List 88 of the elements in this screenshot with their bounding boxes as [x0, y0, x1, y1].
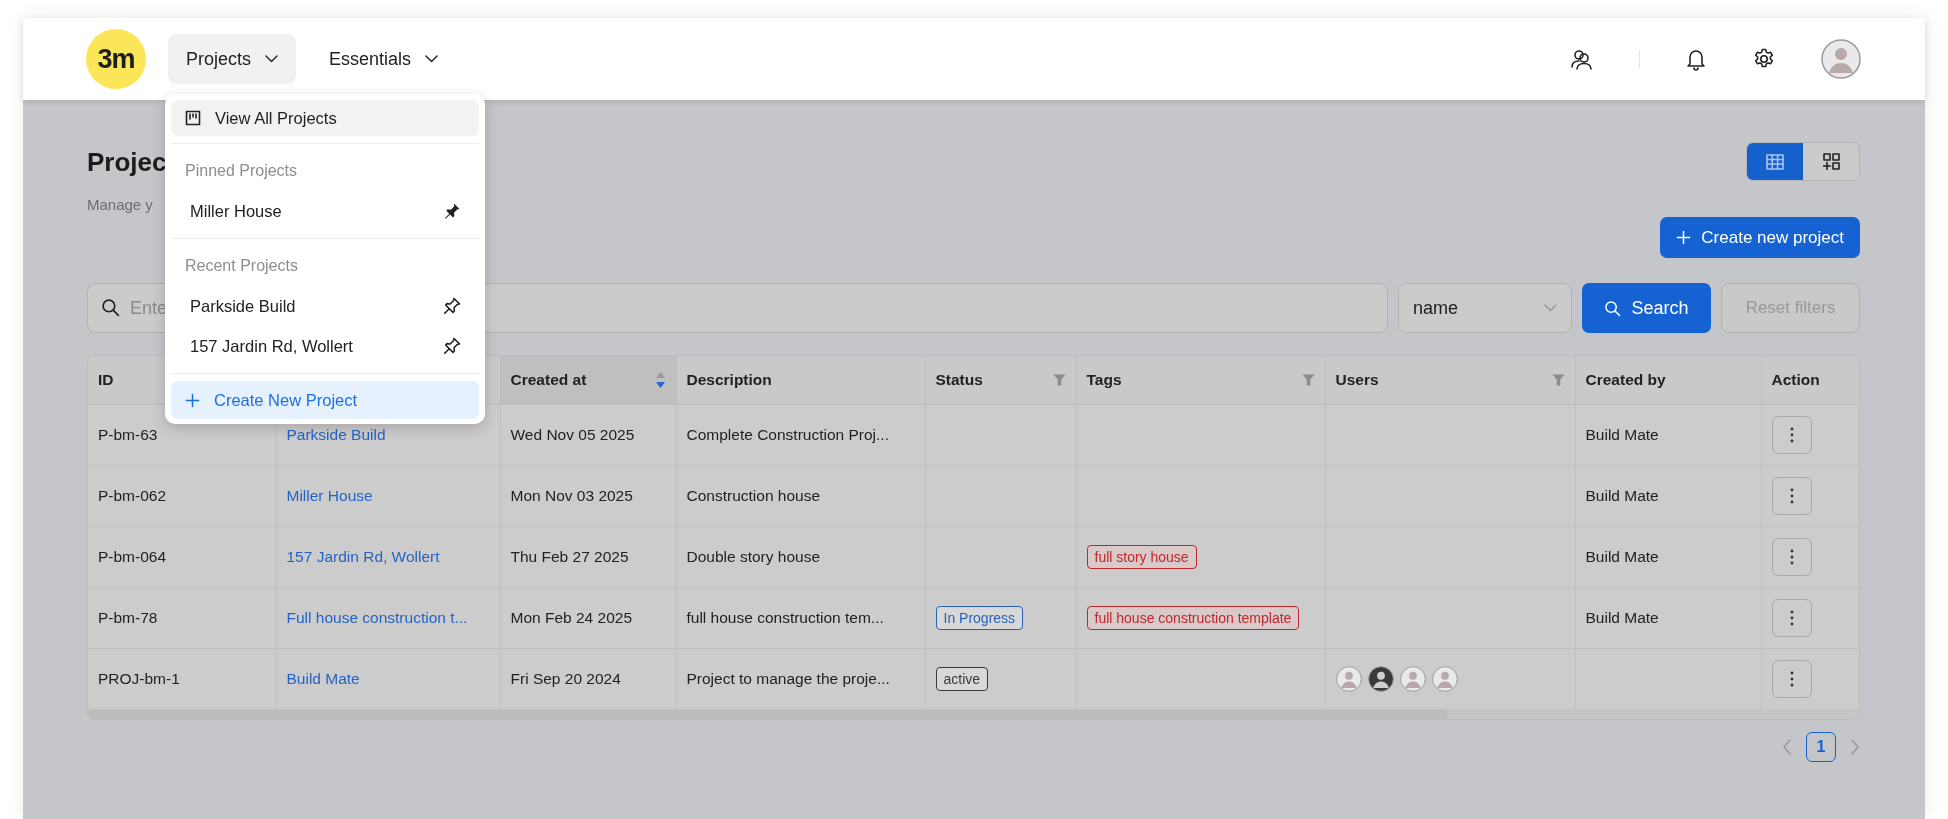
pin-icon[interactable]	[443, 337, 461, 355]
table-cell: Wed Nov 05 2025	[510, 426, 635, 443]
project-link[interactable]: Parkside Build	[286, 426, 386, 443]
more-icon	[1789, 488, 1794, 504]
more-icon	[1789, 671, 1794, 687]
plus-icon	[185, 392, 200, 408]
table-cell: Construction house	[686, 487, 821, 504]
nav-menu-button[interactable]: Projects	[168, 34, 297, 84]
filter-icon[interactable]	[1551, 374, 1565, 386]
more-button[interactable]	[1771, 599, 1812, 637]
more-button[interactable]	[1771, 477, 1812, 515]
nav-menu-button[interactable]: Essentials	[311, 34, 457, 84]
status-badge: In Progress	[935, 606, 1024, 630]
users-icon[interactable]	[1570, 47, 1594, 71]
view-toggle-button[interactable]	[1803, 143, 1859, 180]
user-avatar	[1335, 666, 1362, 692]
bell-icon[interactable]	[1685, 47, 1707, 71]
grid-icon	[1822, 153, 1840, 170]
more-icon	[1789, 427, 1794, 443]
logo: 3m	[86, 29, 146, 89]
table-cell: PROJ-bm-1	[98, 670, 180, 687]
menu-section-title: Pinned Projects	[184, 161, 299, 181]
tag-badge: full story house	[1086, 545, 1197, 569]
board-icon	[185, 110, 201, 126]
table-cell: P-bm-062	[98, 487, 167, 504]
status-badge: active	[935, 667, 989, 691]
filter-icon[interactable]	[1301, 374, 1315, 386]
table-cell: Build Mate	[1585, 609, 1659, 626]
menu-item[interactable]: Create New Project	[171, 381, 479, 419]
project-link[interactable]: Full house construction t...	[286, 609, 468, 626]
user-avatar	[1399, 666, 1426, 692]
page-button[interactable]: 1	[1806, 732, 1836, 762]
search-button[interactable]: Search	[1582, 283, 1711, 333]
search-icon	[101, 298, 120, 317]
more-icon	[1789, 549, 1794, 565]
table-cell: P-bm-63	[98, 426, 158, 443]
column-header: Created at	[500, 356, 676, 405]
menu-item[interactable]: View All Projects	[171, 100, 479, 136]
chevron-down-icon	[1544, 304, 1557, 312]
table-cell: Build Mate	[1585, 487, 1659, 504]
create-project-button[interactable]: Create new project	[1660, 217, 1860, 258]
user-avatar	[1367, 666, 1394, 692]
column-header: Users	[1325, 356, 1575, 405]
table-cell: Thu Feb 27 2025	[510, 548, 629, 565]
pin-icon[interactable]	[443, 297, 461, 315]
more-button[interactable]	[1771, 416, 1812, 454]
chevron-right-icon[interactable]	[1850, 739, 1860, 755]
chevron-left-icon[interactable]	[1782, 739, 1792, 755]
column-header: Action	[1761, 356, 1859, 405]
table-cell: Fri Sep 20 2024	[510, 670, 621, 687]
page-title: Projec	[87, 146, 167, 179]
menu-item[interactable]: Miller House	[171, 191, 479, 231]
project-link[interactable]: Miller House	[286, 487, 373, 504]
table-cell: full house construction tem...	[686, 609, 884, 626]
column-header: Description	[676, 356, 925, 405]
project-link[interactable]: 157 Jardin Rd, Wollert	[286, 548, 440, 565]
more-icon	[1789, 610, 1794, 626]
sort-icon	[654, 371, 666, 389]
chevron-down-icon	[265, 55, 279, 63]
column-header: Status	[925, 356, 1076, 405]
search-icon	[1604, 299, 1622, 317]
column-header: Created by	[1575, 356, 1761, 405]
project-link[interactable]: Build Mate	[286, 670, 360, 687]
pin-icon[interactable]	[443, 202, 461, 220]
column-header: Tags	[1076, 356, 1325, 405]
table-cell: Complete Construction Proj...	[686, 426, 889, 443]
user-avatar	[1431, 666, 1458, 692]
table-cell: Project to manage the proje...	[686, 670, 890, 687]
plus-icon	[1676, 230, 1692, 245]
table-icon	[1766, 153, 1784, 170]
tag-badge: full house construction template	[1086, 606, 1300, 630]
filter-icon[interactable]	[1052, 374, 1066, 386]
table-cell: P-bm-064	[98, 548, 167, 565]
user-avatar[interactable]	[1821, 39, 1861, 79]
more-button[interactable]	[1771, 538, 1812, 576]
menu-item[interactable]: Parkside Build	[171, 286, 479, 326]
more-button[interactable]	[1771, 660, 1812, 698]
table-cell: Double story house	[686, 548, 821, 565]
table-cell: Mon Nov 03 2025	[510, 487, 633, 504]
table-cell: Mon Feb 24 2025	[510, 609, 632, 626]
page-subtitle: Manage y	[87, 196, 153, 213]
table-cell: Build Mate	[1585, 548, 1659, 565]
field-select[interactable]: name	[1398, 283, 1572, 333]
table-cell: P-bm-78	[98, 609, 158, 626]
menu-section-title: Recent Projects	[184, 256, 299, 276]
view-toggle-button[interactable]	[1747, 143, 1803, 180]
table-cell: Build Mate	[1585, 426, 1659, 443]
chevron-down-icon	[425, 55, 439, 63]
